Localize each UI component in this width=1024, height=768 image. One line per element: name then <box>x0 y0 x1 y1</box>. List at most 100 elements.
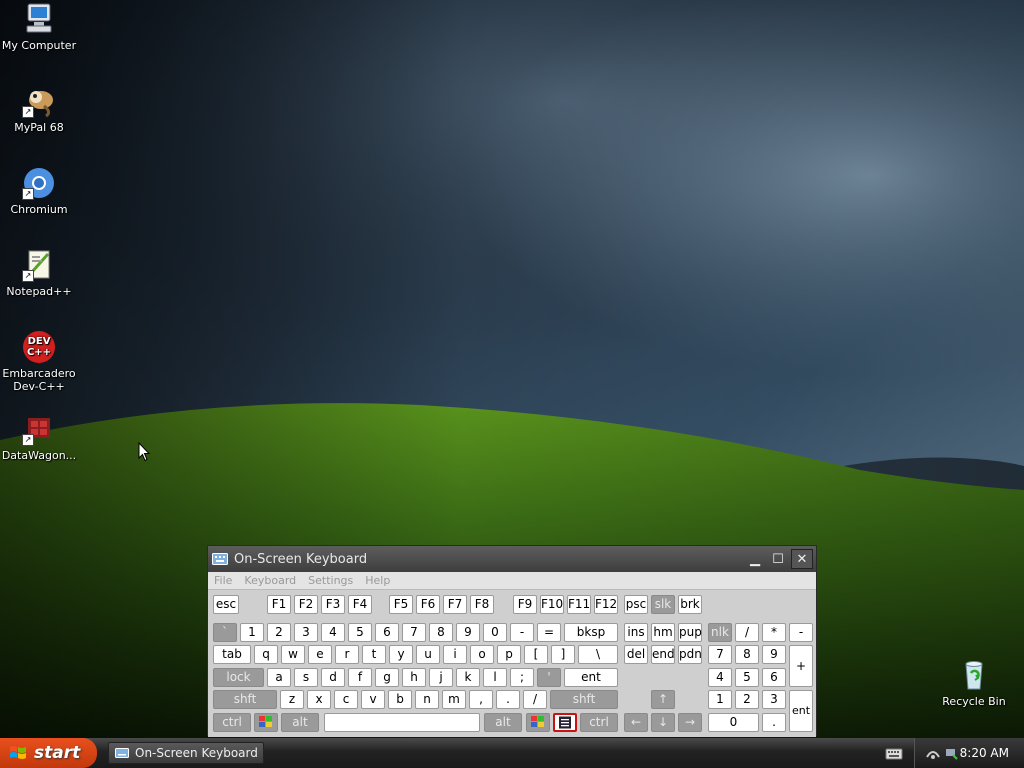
key-comma[interactable]: , <box>469 690 493 709</box>
minimize-button[interactable]: ▁ <box>745 550 765 568</box>
start-button[interactable]: start <box>0 738 97 768</box>
key-5[interactable]: 5 <box>348 623 372 642</box>
key-o[interactable]: o <box>470 645 494 664</box>
key-right-ctrl[interactable]: ctrl <box>580 713 618 732</box>
key-p[interactable]: p <box>497 645 521 664</box>
desktop-icon-notepadpp[interactable]: ↗ Notepad++ <box>0 248 78 298</box>
key-e[interactable]: e <box>308 645 332 664</box>
key-q[interactable]: q <box>254 645 278 664</box>
desktop-icon-devcpp[interactable]: DEV C++ Embarcadero Dev-C++ <box>0 330 78 393</box>
key-l[interactable]: l <box>483 668 507 687</box>
key-num-6[interactable]: 6 <box>762 668 786 687</box>
close-button[interactable]: ✕ <box>791 549 813 569</box>
key-slash[interactable]: / <box>523 690 547 709</box>
key-space[interactable] <box>324 713 480 732</box>
key-f5[interactable]: F5 <box>389 595 413 614</box>
key-brk[interactable]: brk <box>678 595 702 614</box>
osk-titlebar[interactable]: On-Screen Keyboard ▁ ☐ ✕ <box>208 546 816 572</box>
key-num-5[interactable]: 5 <box>735 668 759 687</box>
key-num-enter[interactable]: ent <box>789 690 813 732</box>
key-num-3[interactable]: 3 <box>762 690 786 709</box>
key-psc[interactable]: psc <box>624 595 648 614</box>
key-6[interactable]: 6 <box>375 623 399 642</box>
key-f7[interactable]: F7 <box>443 595 467 614</box>
key-slk[interactable]: slk <box>651 595 675 614</box>
key-close-bracket[interactable]: ] <box>551 645 575 664</box>
key-u[interactable]: u <box>416 645 440 664</box>
key-arrow-down[interactable]: ↓ <box>651 713 675 732</box>
key-equals[interactable]: = <box>537 623 561 642</box>
safely-remove-icon[interactable] <box>943 745 959 761</box>
key-pgup[interactable]: pup <box>678 623 702 642</box>
key-end[interactable]: end <box>651 645 675 664</box>
key-num-multiply[interactable]: * <box>762 623 786 642</box>
key-r[interactable]: r <box>335 645 359 664</box>
key-open-bracket[interactable]: [ <box>524 645 548 664</box>
menu-file[interactable]: File <box>214 574 232 587</box>
menu-keyboard[interactable]: Keyboard <box>244 574 296 587</box>
key-i[interactable]: i <box>443 645 467 664</box>
clock[interactable]: 8:20 AM <box>960 746 1009 760</box>
key-7[interactable]: 7 <box>402 623 426 642</box>
menu-help[interactable]: Help <box>365 574 390 587</box>
key-d[interactable]: d <box>321 668 345 687</box>
key-f[interactable]: f <box>348 668 372 687</box>
key-pgdn[interactable]: pdn <box>678 645 702 664</box>
key-del[interactable]: del <box>624 645 648 664</box>
key-num-2[interactable]: 2 <box>735 690 759 709</box>
key-ins[interactable]: ins <box>624 623 648 642</box>
key-y[interactable]: y <box>389 645 413 664</box>
key-num-plus[interactable]: + <box>789 645 813 687</box>
key-num-7[interactable]: 7 <box>708 645 732 664</box>
desktop-icon-my-computer[interactable]: My Computer <box>0 2 78 52</box>
key-f4[interactable]: F4 <box>348 595 372 614</box>
key-j[interactable]: j <box>429 668 453 687</box>
key-0[interactable]: 0 <box>483 623 507 642</box>
key-n[interactable]: n <box>415 690 439 709</box>
key-left-shift[interactable]: shft <box>213 690 277 709</box>
key-arrow-left[interactable]: ← <box>624 713 648 732</box>
key-w[interactable]: w <box>281 645 305 664</box>
key-backslash[interactable]: \ <box>578 645 618 664</box>
key-num-9[interactable]: 9 <box>762 645 786 664</box>
desktop-icon-recycle-bin[interactable]: Recycle Bin <box>935 658 1013 708</box>
key-f9[interactable]: F9 <box>513 595 537 614</box>
key-c[interactable]: c <box>334 690 358 709</box>
key-caps-lock[interactable]: lock <box>213 668 264 687</box>
key-f2[interactable]: F2 <box>294 595 318 614</box>
key-menu[interactable] <box>553 713 577 732</box>
key-b[interactable]: b <box>388 690 412 709</box>
key-1[interactable]: 1 <box>240 623 264 642</box>
key-minus[interactable]: - <box>510 623 534 642</box>
key-f3[interactable]: F3 <box>321 595 345 614</box>
key-f11[interactable]: F11 <box>567 595 591 614</box>
menu-settings[interactable]: Settings <box>308 574 353 587</box>
key-left-alt[interactable]: alt <box>281 713 319 732</box>
key-right-win[interactable] <box>526 713 550 732</box>
key-semicolon[interactable]: ; <box>510 668 534 687</box>
key-f12[interactable]: F12 <box>594 595 618 614</box>
key-right-shift[interactable]: shft <box>550 690 618 709</box>
key-t[interactable]: t <box>362 645 386 664</box>
key-home[interactable]: hm <box>651 623 675 642</box>
network-icon[interactable] <box>925 745 941 761</box>
key-a[interactable]: a <box>267 668 291 687</box>
key-num-4[interactable]: 4 <box>708 668 732 687</box>
key-s[interactable]: s <box>294 668 318 687</box>
key-num-minus[interactable]: - <box>789 623 813 642</box>
key-num-divide[interactable]: / <box>735 623 759 642</box>
key-8[interactable]: 8 <box>429 623 453 642</box>
maximize-button[interactable]: ☐ <box>768 550 788 568</box>
key-f10[interactable]: F10 <box>540 595 564 614</box>
key-num-1[interactable]: 1 <box>708 690 732 709</box>
key-backtick[interactable]: ` <box>213 623 237 642</box>
key-2[interactable]: 2 <box>267 623 291 642</box>
key-k[interactable]: k <box>456 668 480 687</box>
key-m[interactable]: m <box>442 690 466 709</box>
key-3[interactable]: 3 <box>294 623 318 642</box>
key-num-8[interactable]: 8 <box>735 645 759 664</box>
desktop-icon-chromium[interactable]: ↗ Chromium <box>0 166 78 216</box>
desktop-icon-datawagon[interactable]: ↗ DataWagon... <box>0 412 78 462</box>
key-num-decimal[interactable]: . <box>762 713 786 732</box>
key-numlock[interactable]: nlk <box>708 623 732 642</box>
